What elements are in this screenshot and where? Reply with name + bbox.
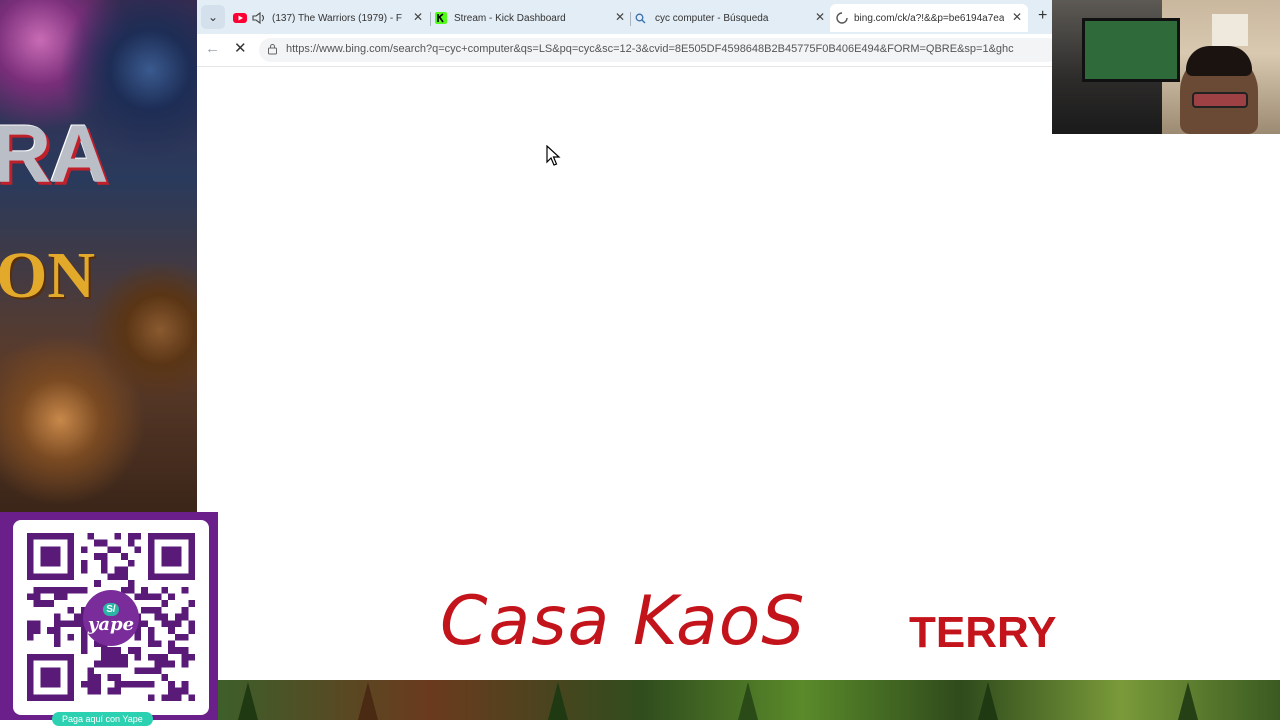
- navigation-toolbar: ← ✕ https://www.bing.com/search?q=cyc+co…: [197, 34, 1059, 67]
- loading-icon: [836, 12, 848, 24]
- close-tab-icon[interactable]: ✕: [413, 10, 423, 24]
- yape-logo: S/ yape: [83, 590, 139, 646]
- leaf-shape: [1178, 682, 1198, 720]
- kick-icon: [435, 12, 447, 24]
- tab-bing-search[interactable]: cyc computer - Búsqueda ✕: [635, 4, 831, 32]
- webcam-background-tv: [1082, 18, 1180, 82]
- tab-bing-redirect[interactable]: bing.com/ck/a?!&&p=be6194a7ea ✕: [830, 4, 1028, 32]
- tab-separator: [630, 12, 631, 26]
- tab-label: (137) The Warriors (1979) - Fu: [272, 12, 402, 24]
- qr-card: S/ yape: [13, 520, 209, 715]
- back-arrow-icon[interactable]: ←: [205, 40, 220, 57]
- wallet-name: yape: [87, 613, 135, 635]
- tab-youtube[interactable]: (137) The Warriors (1979) - Fu ✕: [233, 4, 429, 32]
- streamer-hair: [1186, 46, 1252, 76]
- leaf-shape: [978, 682, 998, 720]
- close-tab-icon[interactable]: ✕: [615, 10, 625, 24]
- qr-caption: Paga aquí con Yape: [52, 712, 153, 726]
- stop-loading-icon[interactable]: ✕: [234, 39, 247, 57]
- game-cover-art: RA ON: [0, 0, 197, 515]
- leaf-shape: [238, 682, 258, 720]
- search-icon: [635, 13, 646, 23]
- streamer-name-text: TERRY: [909, 608, 1057, 657]
- chevron-down-icon: ⌄: [207, 10, 219, 24]
- tab-label: bing.com/ck/a?!&&p=be6194a7ea: [854, 12, 1004, 24]
- tab-label: cyc computer - Búsqueda: [655, 12, 769, 24]
- leaf-shape: [548, 682, 568, 720]
- new-tab-button[interactable]: +: [1038, 7, 1047, 25]
- leaf-shape: [358, 682, 378, 720]
- mouse-pointer-icon: [546, 145, 561, 166]
- tab-actions-menu-button[interactable]: ⌄: [201, 5, 225, 29]
- leaf-shape: [738, 682, 758, 720]
- cover-subtitle-text: ON: [0, 239, 95, 312]
- donation-qr-panel: S/ yape Paga aquí con Yape: [0, 512, 218, 726]
- tab-kick-dashboard[interactable]: Stream - Kick Dashboard ✕: [435, 4, 631, 32]
- site-info-icon[interactable]: [267, 43, 278, 58]
- webcam-feed: [1052, 0, 1280, 134]
- jungle-art-strip: [218, 680, 1280, 720]
- webcam-background-poster: [1212, 14, 1248, 46]
- stream-brand-text: Casa KaoS: [440, 582, 806, 661]
- youtube-icon: [233, 13, 247, 23]
- close-tab-icon[interactable]: ✕: [815, 10, 825, 24]
- speaker-icon[interactable]: [252, 12, 266, 24]
- streamer-glasses: [1192, 92, 1248, 108]
- cover-title-text: RA: [0, 109, 108, 200]
- address-bar[interactable]: https://www.bing.com/search?q=cyc+comput…: [259, 38, 1059, 62]
- url-text: https://www.bing.com/search?q=cyc+comput…: [286, 43, 1014, 55]
- browser-window: ⌄ (137) The Warriors (1979) - Fu ✕ Strea…: [197, 0, 1059, 680]
- close-tab-icon[interactable]: ✕: [1012, 10, 1022, 24]
- tab-label: Stream - Kick Dashboard: [454, 12, 566, 24]
- tab-strip: ⌄ (137) The Warriors (1979) - Fu ✕ Strea…: [197, 0, 1052, 34]
- tab-separator: [430, 12, 431, 26]
